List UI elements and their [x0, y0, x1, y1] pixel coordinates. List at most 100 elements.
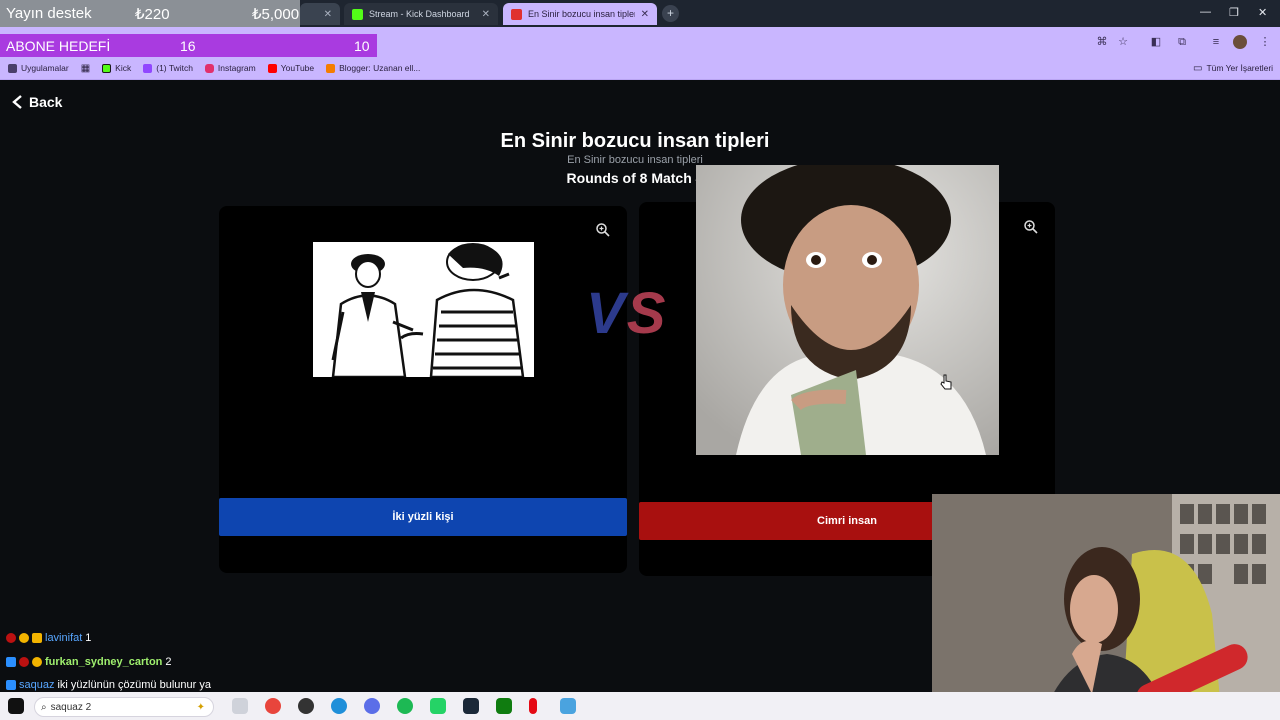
blogger-icon [326, 63, 336, 73]
page-subtitle: En Sinir bozucu insan tipleri [567, 154, 703, 166]
bookmark-kick[interactable]: Kick [102, 63, 131, 73]
bookmark-label: Uygulamalar [21, 63, 69, 73]
extension-translate-icon[interactable]: ◧ [1149, 35, 1163, 49]
twitch-icon [143, 63, 153, 73]
page-title: En Sinir bozucu insan tipleri [500, 130, 770, 152]
youtube-icon [267, 63, 277, 73]
tab-kick-dashboard[interactable]: Stream - Kick Dashboard ✕ [344, 3, 498, 25]
site-favicon-icon [511, 8, 522, 20]
back-button[interactable]: Back [12, 94, 62, 110]
whatsapp-icon[interactable] [430, 698, 446, 714]
kick-icon [102, 63, 112, 73]
screen: ✕ Stream - Kick Dashboard ✕ En Sinir boz… [0, 0, 1280, 720]
bookmark-blogger[interactable]: Blogger: Uzanan ell... [326, 63, 420, 73]
chat-username: furkan_sydney_carton [45, 656, 163, 668]
task-view-icon[interactable] [232, 698, 248, 714]
webcam-feed [932, 494, 1280, 720]
chat-message: furkan_sydney_carton 2 [0, 656, 600, 668]
versus-v: V [586, 281, 627, 346]
discord-icon[interactable] [364, 698, 380, 714]
versus-s: S [626, 281, 668, 346]
badge-icon [19, 657, 29, 667]
left-choice-image [313, 242, 534, 377]
xbox-icon[interactable] [496, 698, 512, 714]
obs-icon[interactable] [298, 698, 314, 714]
steam-icon[interactable] [463, 698, 479, 714]
zoom-in-icon[interactable] [595, 222, 611, 238]
crown-icon [32, 633, 42, 643]
back-label: Back [29, 94, 63, 110]
versus-label: VS [586, 280, 667, 347]
bookmark-twitch[interactable]: (1) Twitch [143, 63, 193, 73]
badge-icon [32, 657, 42, 667]
right-choice-image [696, 165, 999, 455]
zoom-in-icon[interactable] [1023, 219, 1039, 235]
new-tab-button[interactable]: + [662, 5, 679, 22]
donation-goal-overlay: Yayın destek ₺220 ₺5,000 [0, 0, 300, 27]
settings-gear-icon[interactable] [560, 698, 576, 714]
chat-text: iki yüzlünün çözümü bulunur ya [57, 679, 211, 691]
edge-icon[interactable] [331, 698, 347, 714]
minimize-icon[interactable]: — [1200, 6, 1211, 18]
choose-left-button[interactable]: İki yüzli kişi [219, 498, 627, 536]
chat-message: saquaz iki yüzlünün çözümü bulunur ya [0, 679, 600, 691]
hand-cursor-icon [940, 374, 952, 390]
close-tab-icon[interactable]: ✕ [482, 9, 490, 20]
badge-icon [6, 633, 16, 643]
search-icon: ⌕ [41, 701, 47, 713]
sub-goal-current: 16 [180, 37, 196, 54]
bookmark-label: Kick [115, 63, 132, 73]
translate-icon[interactable]: ⌘ [1095, 35, 1109, 49]
bookmark-instagram[interactable]: Instagram [204, 63, 256, 73]
bookmark-label: Tüm Yer İşaretleri [1206, 63, 1274, 73]
profile-avatar[interactable] [1233, 35, 1247, 49]
grid-icon: ▦ [80, 62, 91, 74]
bookmark-label: Instagram [217, 63, 256, 73]
chat-username: lavinifat [45, 632, 83, 644]
bookmark-apps[interactable]: Uygulamalar [8, 63, 69, 73]
chat-text: 1 [85, 632, 92, 644]
spotify-icon[interactable] [397, 698, 413, 714]
badge-icon [19, 633, 29, 643]
chat-message: lavinifat 1 [0, 632, 600, 644]
extensions-icon[interactable]: ⧉ [1175, 35, 1189, 49]
close-window-icon[interactable]: ✕ [1258, 6, 1267, 19]
star-icon[interactable]: ☆ [1116, 35, 1130, 49]
windows-start-icon[interactable] [8, 698, 24, 714]
folder-icon: ▭ [1193, 62, 1203, 74]
bookmark-label: (1) Twitch [156, 63, 193, 73]
tab-label: En Sinir bozucu insan tipleri | U [528, 9, 635, 19]
tab-active-wheel[interactable]: En Sinir bozucu insan tipleri | U ✕ [503, 3, 657, 25]
menu-kebab-icon[interactable]: ⋮ [1258, 35, 1272, 49]
badge-icon [6, 657, 16, 667]
tab-hidden[interactable]: ✕ [300, 3, 340, 25]
tab-label: Stream - Kick Dashboard [369, 9, 470, 19]
bookmark-label: Blogger: Uzanan ell... [339, 63, 421, 73]
sub-goal-label: ABONE HEDEFİ [6, 37, 111, 54]
taskbar-search[interactable]: ⌕ saquaz 2 ✦ [34, 697, 214, 717]
round-indicator: Rounds of 8 Match 4 [566, 170, 704, 186]
close-tab-icon[interactable]: ✕ [324, 9, 332, 20]
chrome-icon[interactable] [265, 698, 281, 714]
bookmarks-bar: Uygulamalar ▦ Kick (1) Twitch Instagram … [0, 57, 1280, 80]
kick-icon [352, 8, 363, 20]
apps-grid-icon [8, 63, 17, 73]
chat-text: 2 [165, 656, 172, 668]
reading-list-icon[interactable]: ≡ [1209, 35, 1223, 49]
bookmark-youtube[interactable]: YouTube [267, 63, 315, 73]
all-bookmarks[interactable]: ▭ Tüm Yer İşaretleri [1193, 63, 1273, 74]
close-tab-icon[interactable]: ✕ [641, 9, 649, 20]
donation-current: ₺220 [135, 5, 170, 23]
bookmark-grid[interactable]: ▦ [81, 63, 90, 74]
donation-goal: ₺5,000 [252, 5, 300, 23]
sub-goal-target: 10 [354, 37, 370, 54]
bookmark-label: YouTube [280, 63, 315, 73]
copilot-sparkle-icon: ✦ [196, 701, 205, 713]
netflix-icon[interactable] [529, 698, 537, 714]
badge-icon [6, 680, 16, 690]
sub-goal-overlay: ABONE HEDEFİ 16 10 [0, 34, 377, 57]
restore-icon[interactable]: ❐ [1229, 6, 1239, 19]
chat-username: saquaz [19, 679, 55, 691]
chevron-left-icon [12, 95, 22, 109]
search-text: saquaz 2 [50, 701, 92, 713]
